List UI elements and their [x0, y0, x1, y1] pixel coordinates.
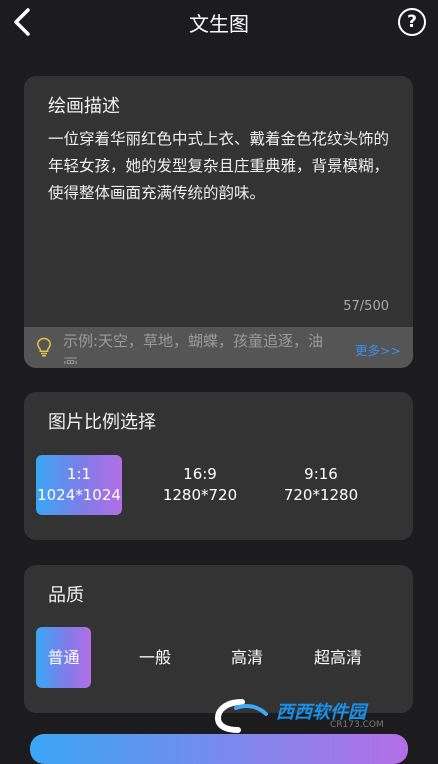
- ratio-label: 16:9: [183, 465, 217, 483]
- header: 文生图 ?: [0, 0, 438, 44]
- description-input[interactable]: 一位穿着华丽红色中式上衣、戴着金色花纹头饰的年轻女孩，她的发型复杂且庄重典雅，背…: [48, 126, 392, 207]
- watermark-logo: 西西软件园 CR173.COM: [212, 696, 412, 734]
- quality-option-normal[interactable]: 普通: [36, 627, 91, 688]
- quality-option-standard[interactable]: 一般: [125, 627, 185, 688]
- example-text: 示例:天空，草地，蝴蝶，孩童追逐，油画: [63, 332, 324, 364]
- lightbulb-icon: [37, 337, 51, 357]
- description-title: 绘画描述: [48, 96, 120, 117]
- ratio-option-9-16[interactable]: 9:16 720*1280: [278, 455, 364, 515]
- quality-option-ultra-hd[interactable]: 超高清: [298, 627, 378, 688]
- ratio-label: 1:1: [66, 465, 92, 483]
- quality-option-hd[interactable]: 高清: [217, 627, 277, 688]
- ratio-label: 9:16: [304, 465, 338, 483]
- quality-card: 品质 普通 一般 高清 超高清: [24, 565, 413, 713]
- watermark-emblem-icon: [214, 699, 268, 733]
- ratio-size: 1280*720: [162, 486, 238, 504]
- ratio-option-16-9[interactable]: 16:9 1280*720: [157, 455, 243, 515]
- example-bar: 示例:天空，草地，蝴蝶，孩童追逐，油画 更多>>: [24, 327, 413, 368]
- page-title: 文生图: [189, 12, 249, 36]
- generate-button[interactable]: [30, 734, 408, 764]
- help-icon[interactable]: ?: [398, 8, 426, 36]
- quality-title: 品质: [48, 585, 84, 606]
- more-link[interactable]: 更多>>: [355, 340, 401, 359]
- ratio-title: 图片比例选择: [48, 412, 156, 433]
- ratio-size: 1024*1024: [37, 486, 121, 504]
- ratio-card: 图片比例选择 1:1 1024*1024 16:9 1280*720 9:16 …: [24, 392, 413, 540]
- description-card: 绘画描述 一位穿着华丽红色中式上衣、戴着金色花纹头饰的年轻女孩，她的发型复杂且庄…: [24, 76, 413, 368]
- char-counter: 57/500: [343, 299, 389, 314]
- ratio-option-1-1[interactable]: 1:1 1024*1024: [36, 455, 122, 515]
- ratio-size: 720*1280: [283, 486, 359, 504]
- watermark-sub: CR173.COM: [330, 720, 384, 730]
